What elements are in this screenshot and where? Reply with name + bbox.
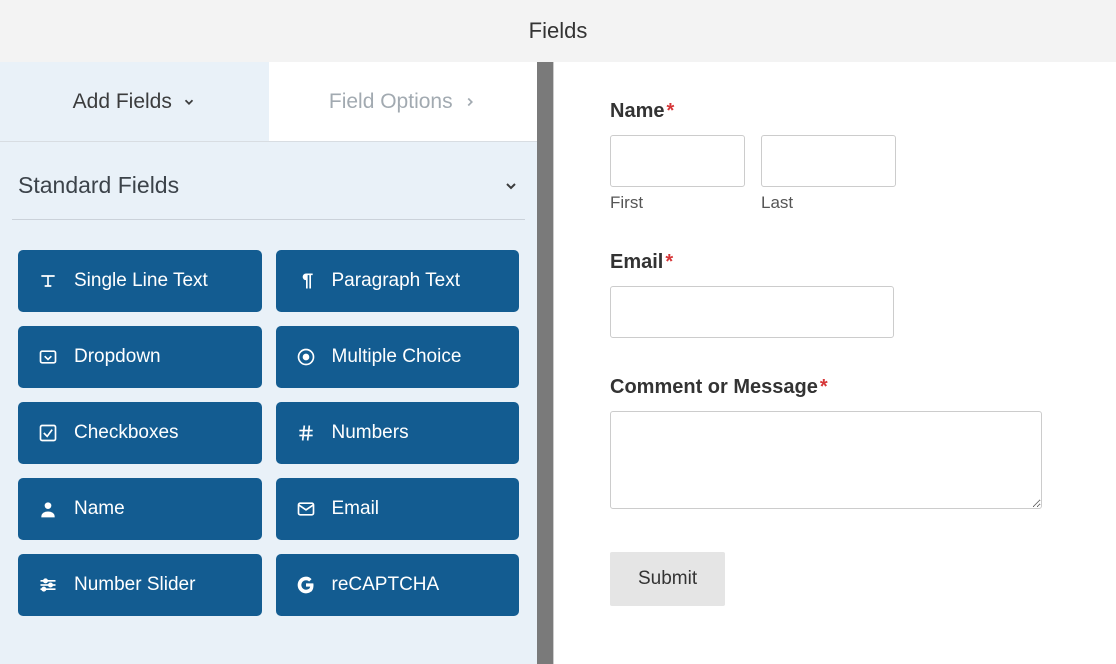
hash-icon [296, 423, 316, 443]
field-grid: Single Line Text Paragraph Text Dropdown… [12, 250, 525, 616]
chevron-down-icon [182, 95, 196, 109]
tab-field-options[interactable]: Field Options [269, 62, 538, 141]
form-field-email[interactable]: Email* [610, 251, 1060, 338]
field-multiple-choice[interactable]: Multiple Choice [276, 326, 520, 388]
first-name-input[interactable] [610, 135, 745, 187]
field-label: Number Slider [74, 574, 195, 596]
google-icon [296, 575, 316, 595]
message-textarea[interactable] [610, 411, 1042, 509]
label-text: Comment or Message [610, 376, 818, 398]
first-sublabel: First [610, 193, 745, 213]
standard-fields-section: Standard Fields Single Line Text Paragra… [0, 142, 537, 616]
field-recaptcha[interactable]: reCAPTCHA [276, 554, 520, 616]
required-mark: * [665, 251, 673, 273]
field-number-slider[interactable]: Number Slider [18, 554, 262, 616]
field-label: Single Line Text [74, 270, 208, 292]
dropdown-icon [38, 347, 58, 367]
field-label: Multiple Choice [332, 346, 462, 368]
field-label: reCAPTCHA [332, 574, 440, 596]
field-label: Paragraph Text [332, 270, 461, 292]
page-title: Fields [529, 18, 588, 44]
required-mark: * [666, 100, 674, 122]
tabs-bar: Add Fields Field Options [0, 62, 537, 142]
page-header: Fields [0, 0, 1116, 62]
tab-add-fields[interactable]: Add Fields [0, 62, 269, 141]
text-icon [38, 271, 58, 291]
label-text: Email [610, 251, 663, 273]
required-mark: * [820, 376, 828, 398]
name-label: Name* [610, 100, 1060, 123]
email-input[interactable] [610, 286, 894, 338]
preview-wrap: Name* First Last Email* [537, 62, 1116, 664]
field-dropdown[interactable]: Dropdown [18, 326, 262, 388]
label-text: Name [610, 100, 664, 122]
name-inputs: First Last [610, 135, 1060, 213]
tab-label: Field Options [329, 90, 453, 114]
form-field-name[interactable]: Name* First Last [610, 100, 1060, 213]
field-label: Email [332, 498, 380, 520]
last-name-input[interactable] [761, 135, 896, 187]
field-numbers[interactable]: Numbers [276, 402, 520, 464]
field-label: Name [74, 498, 125, 520]
message-label: Comment or Message* [610, 376, 1060, 399]
chevron-down-icon [503, 178, 519, 194]
left-panel: Add Fields Field Options Standard Fields… [0, 62, 537, 664]
radio-icon [296, 347, 316, 367]
tab-label: Add Fields [73, 90, 172, 114]
section-header[interactable]: Standard Fields [12, 172, 525, 220]
field-label: Numbers [332, 422, 409, 444]
chevron-right-icon [463, 95, 477, 109]
field-name[interactable]: Name [18, 478, 262, 540]
user-icon [38, 499, 58, 519]
last-sublabel: Last [761, 193, 896, 213]
submit-button[interactable]: Submit [610, 552, 725, 606]
envelope-icon [296, 499, 316, 519]
field-checkboxes[interactable]: Checkboxes [18, 402, 262, 464]
field-email[interactable]: Email [276, 478, 520, 540]
field-paragraph-text[interactable]: Paragraph Text [276, 250, 520, 312]
field-label: Checkboxes [74, 422, 179, 444]
form-preview: Name* First Last Email* [553, 62, 1116, 664]
sliders-icon [38, 575, 58, 595]
main-container: Add Fields Field Options Standard Fields… [0, 62, 1116, 664]
form-field-message[interactable]: Comment or Message* [610, 376, 1060, 514]
field-label: Dropdown [74, 346, 161, 368]
submit-label: Submit [638, 568, 697, 589]
section-title: Standard Fields [18, 172, 179, 199]
paragraph-icon [296, 271, 316, 291]
field-single-line-text[interactable]: Single Line Text [18, 250, 262, 312]
last-name-column: Last [761, 135, 896, 213]
email-label: Email* [610, 251, 1060, 274]
first-name-column: First [610, 135, 745, 213]
checkbox-icon [38, 423, 58, 443]
